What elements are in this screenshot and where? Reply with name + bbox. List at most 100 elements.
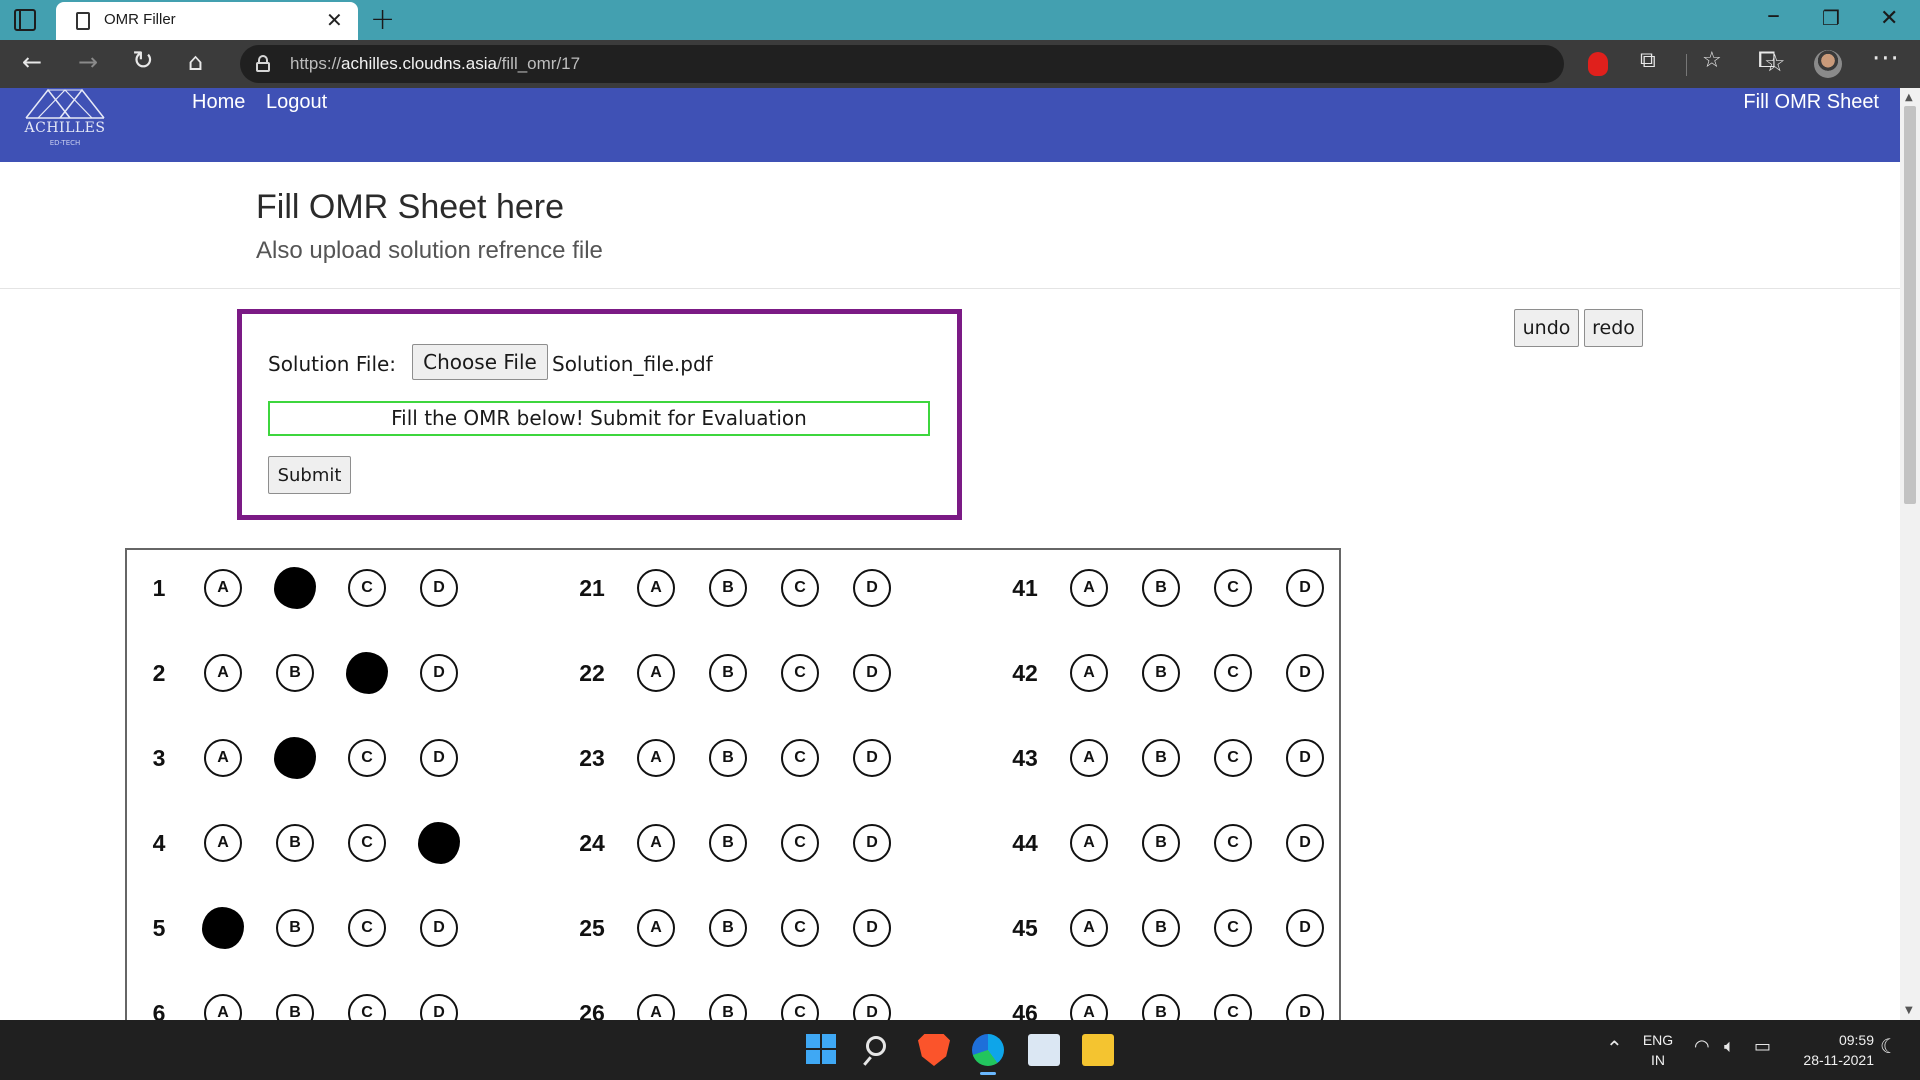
start-menu-icon[interactable] — [806, 1034, 838, 1066]
undo-button[interactable]: undo — [1514, 309, 1579, 347]
browser-tab[interactable]: OMR Filler ✕ — [56, 2, 358, 40]
language-indicator[interactable]: ENG IN — [1640, 1030, 1676, 1070]
address-bar[interactable]: https://achilles.cloudns.asia/fill_omr/1… — [240, 45, 1786, 83]
submit-button[interactable]: Submit — [268, 456, 351, 494]
answer-bubble-b[interactable]: B — [276, 654, 314, 692]
search-icon[interactable] — [862, 1034, 894, 1066]
answer-bubble-d[interactable]: D — [1286, 909, 1324, 947]
answer-bubble-d[interactable]: D — [853, 739, 891, 777]
answer-bubble-b[interactable]: B — [1142, 994, 1180, 1020]
answer-bubble-b[interactable]: B — [1142, 909, 1180, 947]
home-icon[interactable]: ⌂ — [188, 48, 203, 76]
choose-file-button[interactable]: Choose File — [412, 344, 548, 380]
answer-bubble-d[interactable]: D — [1286, 654, 1324, 692]
answer-bubble-c[interactable]: C — [1214, 569, 1252, 607]
answer-bubble-c[interactable]: C — [781, 569, 819, 607]
back-arrow-icon[interactable]: ← — [22, 48, 42, 76]
answer-bubble-d[interactable]: D — [1286, 824, 1324, 862]
battery-icon[interactable]: ▭ — [1754, 1036, 1771, 1057]
answer-bubble-a[interactable]: A — [204, 569, 242, 607]
answer-bubble-c[interactable]: C — [781, 739, 819, 777]
answer-bubble-d[interactable]: D — [420, 994, 458, 1020]
answer-bubble-b[interactable]: B — [274, 737, 316, 779]
reload-icon[interactable]: ↻ — [132, 46, 154, 76]
answer-bubble-a[interactable]: A — [637, 824, 675, 862]
tab-close-icon[interactable]: ✕ — [326, 8, 343, 32]
answer-bubble-a[interactable]: A — [637, 569, 675, 607]
extension-shield-icon[interactable] — [1588, 52, 1608, 76]
system-clock[interactable]: 09:59 28-11-2021 — [1790, 1030, 1874, 1070]
answer-bubble-c[interactable]: C — [346, 652, 388, 694]
answer-bubble-a[interactable]: A — [637, 994, 675, 1020]
answer-bubble-c[interactable]: C — [348, 569, 386, 607]
answer-bubble-b[interactable]: B — [276, 994, 314, 1020]
answer-bubble-c[interactable]: C — [1214, 654, 1252, 692]
answer-bubble-a[interactable]: A — [204, 824, 242, 862]
answer-bubble-b[interactable]: B — [709, 739, 747, 777]
answer-bubble-a[interactable]: A — [1070, 739, 1108, 777]
answer-bubble-d[interactable]: D — [420, 569, 458, 607]
answer-bubble-d[interactable]: D — [420, 654, 458, 692]
page-scrollbar[interactable]: ▲ ▼ — [1900, 88, 1920, 1020]
answer-bubble-a[interactable]: A — [1070, 994, 1108, 1020]
answer-bubble-a[interactable]: A — [637, 739, 675, 777]
answer-bubble-b[interactable]: B — [276, 909, 314, 947]
answer-bubble-c[interactable]: C — [1214, 739, 1252, 777]
answer-bubble-c[interactable]: C — [781, 994, 819, 1020]
answer-bubble-b[interactable]: B — [709, 909, 747, 947]
new-tab-icon[interactable]: + — [370, 2, 395, 37]
answer-bubble-a[interactable]: A — [202, 907, 244, 949]
answer-bubble-c[interactable]: C — [348, 739, 386, 777]
answer-bubble-b[interactable]: B — [709, 824, 747, 862]
collections-icon[interactable]: ⧠ — [1758, 48, 1776, 73]
tab-actions-icon[interactable] — [14, 9, 36, 31]
answer-bubble-b[interactable]: B — [276, 824, 314, 862]
answer-bubble-c[interactable]: C — [781, 654, 819, 692]
answer-bubble-b[interactable]: B — [709, 994, 747, 1020]
scroll-up-arrow-icon[interactable]: ▲ — [1905, 92, 1913, 103]
answer-bubble-a[interactable]: A — [1070, 824, 1108, 862]
achilles-logo[interactable]: ACHILLES ED-TECH — [22, 88, 108, 154]
answer-bubble-d[interactable]: D — [853, 909, 891, 947]
answer-bubble-d[interactable]: D — [418, 822, 460, 864]
answer-bubble-b[interactable]: B — [1142, 569, 1180, 607]
answer-bubble-a[interactable]: A — [1070, 569, 1108, 607]
nav-fill-omr-link[interactable]: Fill OMR Sheet — [1743, 91, 1879, 114]
answer-bubble-a[interactable]: A — [637, 654, 675, 692]
answer-bubble-c[interactable]: C — [1214, 994, 1252, 1020]
volume-icon[interactable]: 🔈︎ — [1724, 1036, 1735, 1057]
window-restore-icon[interactable]: ❐ — [1822, 6, 1840, 30]
nav-home-link[interactable]: Home — [192, 91, 245, 114]
wifi-icon[interactable]: ◠ — [1694, 1036, 1710, 1057]
answer-bubble-d[interactable]: D — [853, 654, 891, 692]
answer-bubble-d[interactable]: D — [853, 994, 891, 1020]
extensions-icon[interactable]: ⧉ — [1640, 48, 1656, 73]
more-menu-icon[interactable]: ··· — [1872, 44, 1900, 74]
answer-bubble-b[interactable]: B — [274, 567, 316, 609]
show-hidden-icons-chevron-icon[interactable]: ⌃ — [1606, 1036, 1623, 1060]
answer-bubble-d[interactable]: D — [1286, 994, 1324, 1020]
window-minimize-icon[interactable]: – — [1767, 0, 1780, 30]
lock-icon[interactable] — [256, 55, 270, 72]
answer-bubble-c[interactable]: C — [781, 909, 819, 947]
scroll-down-arrow-icon[interactable]: ▼ — [1905, 1005, 1913, 1016]
edge-browser-icon[interactable] — [972, 1034, 1004, 1066]
answer-bubble-d[interactable]: D — [1286, 739, 1324, 777]
answer-bubble-d[interactable]: D — [420, 909, 458, 947]
window-close-icon[interactable]: ✕ — [1880, 6, 1898, 31]
answer-bubble-a[interactable]: A — [204, 994, 242, 1020]
scrollbar-thumb[interactable] — [1904, 106, 1916, 504]
answer-bubble-d[interactable]: D — [420, 739, 458, 777]
answer-bubble-c[interactable]: C — [348, 909, 386, 947]
notifications-icon[interactable]: ☾ — [1880, 1034, 1898, 1058]
favorites-icon[interactable]: ☆ — [1702, 48, 1722, 73]
answer-bubble-c[interactable]: C — [348, 824, 386, 862]
answer-bubble-b[interactable]: B — [709, 569, 747, 607]
answer-bubble-a[interactable]: A — [1070, 654, 1108, 692]
answer-bubble-c[interactable]: C — [1214, 824, 1252, 862]
answer-bubble-d[interactable]: D — [853, 824, 891, 862]
answer-bubble-a[interactable]: A — [204, 739, 242, 777]
answer-bubble-a[interactable]: A — [637, 909, 675, 947]
omr-sheet[interactable]: 1 A B C D 2 A B C D 3 A B C D 4 A B C D 5 A B C D 6 A B C D 21 A B C D 22 A B… — [125, 548, 1341, 1020]
forward-arrow-icon[interactable]: → — [78, 48, 98, 76]
